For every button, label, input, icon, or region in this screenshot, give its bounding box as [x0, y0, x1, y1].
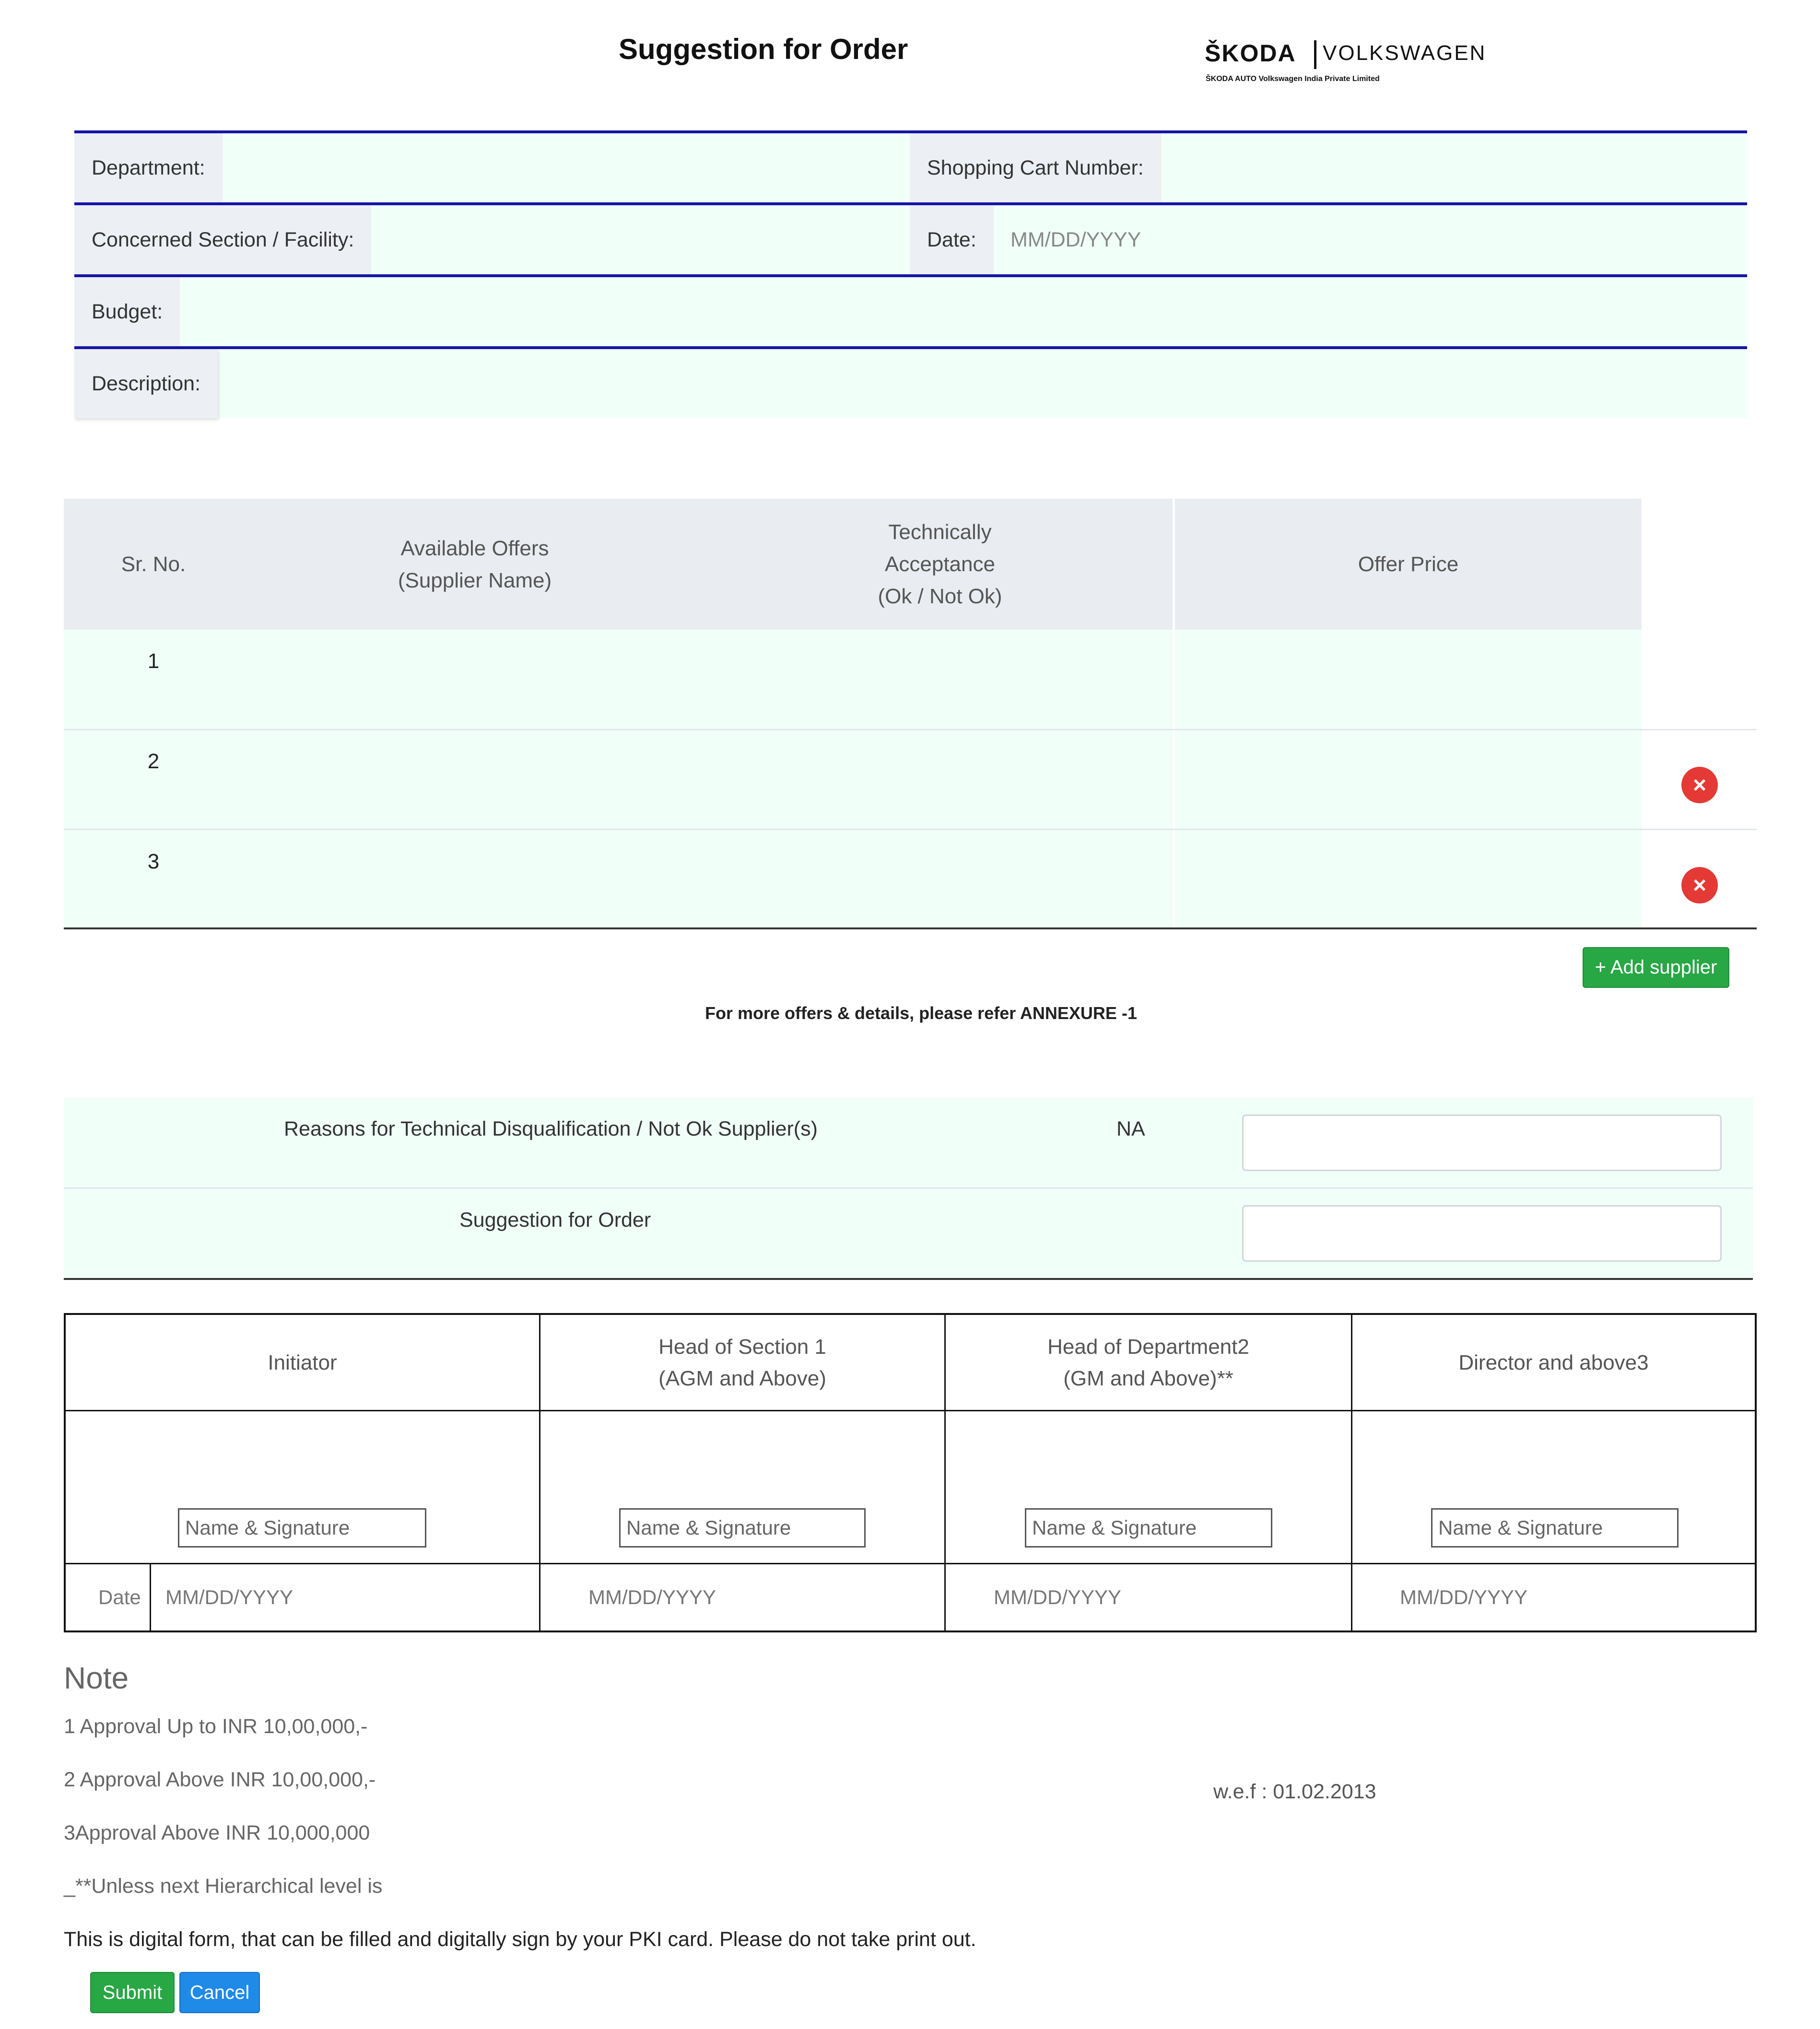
disqualification-na: NA	[1116, 1117, 1145, 1140]
date-label: Date:	[910, 205, 994, 274]
director-signature-input[interactable]: Name & Signature	[1431, 1508, 1679, 1548]
director-date-input[interactable]: MM/DD/YYYY	[1400, 1586, 1527, 1609]
col-offer-price: Offer Price	[1358, 552, 1459, 576]
shopping-cart-input[interactable]	[1173, 133, 1747, 202]
note-2: 2 Approval Above INR 10,00,000,-	[64, 1768, 376, 1791]
page-title: Suggestion for Order	[619, 33, 908, 65]
col-tech-line3: (Ok / Not Ok)	[878, 585, 1002, 608]
budget-label: Budget:	[74, 277, 180, 346]
hod-signature-input[interactable]: Name & Signature	[1025, 1508, 1272, 1548]
hos-line1: Head of Section 1	[658, 1335, 826, 1359]
approval-date-label: Date	[98, 1586, 141, 1608]
col-available-line2: (Supplier Name)	[398, 568, 552, 592]
note-4: _**Unless next Hierarchical level is	[64, 1875, 383, 1898]
reasons-bottom-border	[64, 1278, 1753, 1280]
note-heading: Note	[64, 1661, 129, 1695]
form-row-department: Department: Shopping Cart Number:	[74, 130, 1747, 202]
hod-line2: (GM and Above)**	[1063, 1367, 1233, 1390]
row-srno-1: 1	[147, 649, 160, 673]
initiator-date-input[interactable]: MM/DD/YYYY	[165, 1586, 293, 1609]
logo-divider	[1314, 40, 1316, 69]
brand-logo-left: ŠKODA	[1205, 40, 1296, 67]
approver-head-of-department: Head of Department2 (GM and Above)**	[946, 1315, 1351, 1411]
submit-button[interactable]: Submit	[90, 1972, 175, 2013]
form-row-section: Concerned Section / Facility: Date: MM/D…	[74, 202, 1747, 274]
offers-table-body	[64, 630, 1642, 928]
description-label: Description:	[74, 349, 218, 418]
date-col-divider	[150, 1564, 151, 1630]
suggestion-input[interactable]	[1242, 1205, 1722, 1262]
cancel-button[interactable]: Cancel	[179, 1972, 260, 2013]
wef-date: w.e.f : 01.02.2013	[1213, 1780, 1376, 1803]
approver-head-of-section: Head of Section 1 (AGM and Above)	[540, 1315, 944, 1411]
approver-director: Director and above3	[1458, 1351, 1649, 1374]
budget-input[interactable]	[185, 277, 1747, 346]
col-srno: Sr. No.	[121, 552, 186, 576]
col-tech-line2: Acceptance	[885, 552, 995, 576]
brand-subtitle: ŠKODA AUTO Volkswagen India Private Limi…	[1206, 75, 1380, 83]
hod-line1: Head of Department2	[1047, 1335, 1249, 1359]
col-technical-acceptance: Technically Acceptance (Ok / Not Ok)	[767, 499, 1113, 630]
section-input[interactable]	[376, 205, 904, 274]
add-supplier-button[interactable]: + Add supplier	[1583, 947, 1729, 988]
hos-date-input[interactable]: MM/DD/YYYY	[588, 1586, 716, 1609]
approval-table: Initiator Head of Section 1 (AGM and Abo…	[64, 1313, 1757, 1632]
disqualification-label: Reasons for Technical Disqualification /…	[284, 1117, 818, 1140]
row-divider	[66, 1563, 1755, 1564]
digital-form-notice: This is digital form, that can be filled…	[64, 1928, 976, 1951]
brand-logo: ŠKODA VOLKSWAGEN ŠKODA AUTO Volkswagen I…	[1205, 39, 1485, 92]
col-tech-line1: Technically	[888, 520, 992, 544]
hod-date-input[interactable]: MM/DD/YYYY	[994, 1586, 1121, 1609]
remove-supplier-2-icon[interactable]: ×	[1681, 767, 1718, 803]
date-input[interactable]: MM/DD/YYYY	[994, 205, 1747, 274]
annexure-note: For more offers & details, please refer …	[705, 1003, 1137, 1023]
row-divider	[64, 829, 1757, 830]
department-label: Department:	[74, 133, 223, 202]
note-1: 1 Approval Up to INR 10,00,000,-	[64, 1715, 368, 1738]
note-3: 3Approval Above INR 10,000,000	[64, 1821, 370, 1844]
col-available-line1: Available Offers	[400, 536, 549, 560]
initiator-signature-input[interactable]: Name & Signature	[178, 1508, 426, 1548]
row-srno-2: 2	[147, 750, 160, 773]
form-row-budget: Budget:	[74, 274, 1747, 346]
disqualification-input[interactable]	[1242, 1114, 1722, 1171]
suggestion-label: Suggestion for Order	[459, 1208, 651, 1231]
shopping-cart-label: Shopping Cart Number:	[910, 133, 1161, 202]
row-divider	[64, 729, 1757, 730]
hos-signature-input[interactable]: Name & Signature	[619, 1508, 866, 1548]
col-available-offers: Available Offers (Supplier Name)	[307, 499, 643, 630]
description-input[interactable]	[223, 349, 1747, 418]
hos-line2: (AGM and Above)	[658, 1367, 826, 1390]
approver-initiator: Initiator	[268, 1351, 337, 1374]
brand-logo-right: VOLKSWAGEN	[1323, 41, 1487, 65]
section-label: Concerned Section / Facility:	[74, 205, 372, 274]
department-input[interactable]	[228, 133, 981, 202]
reasons-divider	[64, 1187, 1753, 1189]
row-srno-3: 3	[147, 850, 160, 873]
table-bottom-border	[64, 927, 1757, 929]
form-row-description: Description:	[74, 346, 1747, 418]
remove-supplier-3-icon[interactable]: ×	[1681, 867, 1718, 903]
body-divider	[1173, 630, 1175, 928]
